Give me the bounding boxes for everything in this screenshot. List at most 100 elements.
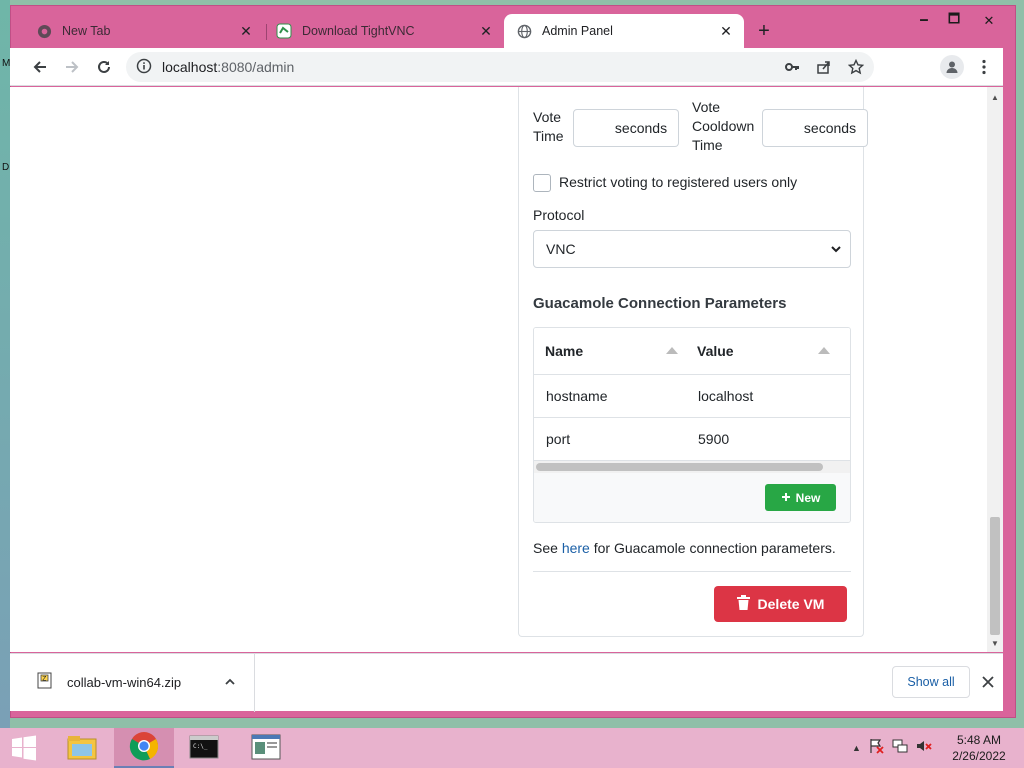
menu-kebab-icon[interactable] — [972, 55, 996, 79]
zip-file-icon: Z — [36, 672, 54, 690]
action-center-flag-icon[interactable] — [868, 738, 892, 757]
share-icon[interactable] — [814, 57, 834, 77]
profile-avatar-icon[interactable] — [940, 55, 964, 79]
cell-value[interactable]: localhost — [698, 388, 753, 404]
guacamole-params-title: Guacamole Connection Parameters — [533, 295, 787, 312]
windows-start-icon[interactable] — [0, 728, 48, 768]
taskbar-file-explorer[interactable] — [52, 728, 112, 768]
protocol-label: Protocol — [533, 207, 585, 223]
vote-time-input[interactable] — [573, 109, 605, 147]
desktop-background: M D — [0, 0, 10, 728]
taskbar-clock[interactable]: 5:48 AM 2/26/2022 — [944, 732, 1014, 764]
reload-icon[interactable] — [92, 55, 116, 79]
trash-icon — [736, 595, 750, 613]
restrict-voting-label[interactable]: Restrict voting to registered users only — [559, 174, 797, 190]
scroll-up-icon[interactable]: ▲ — [991, 93, 999, 102]
browser-toolbar: localhost:8080/admin — [10, 48, 1003, 86]
url-path: :8080/admin — [217, 59, 295, 75]
new-button-label: New — [795, 490, 821, 505]
desktop-icon-label[interactable]: D — [2, 162, 9, 173]
new-tab-button[interactable]: + — [752, 20, 776, 44]
protocol-select[interactable]: VNC — [533, 230, 851, 268]
page-content: Vote Time seconds Vote Cooldown Time sec… — [10, 87, 1003, 652]
horizontal-scrollbar[interactable] — [534, 461, 850, 473]
window-controls: 🗕 🗖 ✕ — [909, 10, 1009, 32]
sort-asc-icon[interactable] — [666, 347, 678, 354]
url-text[interactable]: localhost:8080/admin — [162, 59, 294, 75]
tab-strip: New Tab ✕ Download TightVNC ✕ Admin Pane… — [10, 14, 790, 48]
chevron-down-icon — [830, 242, 842, 258]
vote-cooldown-label: Vote Cooldown Time — [692, 99, 755, 153]
tab-download-tightvnc[interactable]: Download TightVNC ✕ — [264, 14, 504, 48]
volume-muted-icon[interactable] — [916, 738, 940, 757]
close-icon[interactable]: ✕ — [478, 23, 494, 39]
vote-time-label: Vote Time — [533, 109, 564, 144]
window-app-icon — [251, 734, 281, 763]
chevron-up-icon[interactable]: ▲ — [852, 743, 868, 753]
column-header-name[interactable]: Name — [545, 343, 583, 359]
vote-cooldown-unit: seconds — [793, 109, 868, 147]
table-row[interactable]: hostname localhost — [534, 375, 850, 418]
taskbar-command-prompt[interactable]: C:\_ — [174, 728, 234, 768]
column-header-value[interactable]: Value — [697, 343, 734, 359]
tab-new-tab[interactable]: New Tab ✕ — [24, 14, 264, 48]
svg-text:Z: Z — [42, 675, 46, 682]
sort-asc-icon[interactable] — [818, 347, 830, 354]
scrollbar-thumb[interactable] — [536, 463, 823, 471]
back-icon[interactable] — [28, 55, 52, 79]
cell-name[interactable]: hostname — [546, 388, 607, 404]
download-file-name[interactable]: collab-vm-win64.zip — [67, 675, 181, 690]
taskbar-app-window[interactable] — [236, 728, 296, 768]
scrollbar-thumb[interactable] — [990, 517, 1000, 635]
maximize-button[interactable]: 🗖 — [939, 10, 969, 32]
guacamole-help-link[interactable]: here — [562, 540, 590, 556]
new-param-button[interactable]: New — [765, 484, 836, 511]
tab-admin-panel[interactable]: Admin Panel ✕ — [504, 14, 744, 48]
vertical-scrollbar[interactable]: ▲ ▼ — [987, 87, 1003, 652]
plus-icon — [781, 491, 791, 505]
show-all-downloads-button[interactable]: Show all — [892, 666, 970, 698]
tab-title: Admin Panel — [542, 24, 613, 38]
minimize-button[interactable]: 🗕 — [909, 10, 939, 32]
close-icon[interactable] — [978, 672, 998, 692]
address-bar[interactable]: localhost:8080/admin — [126, 52, 874, 82]
forward-icon[interactable] — [60, 55, 84, 79]
delete-vm-button[interactable]: Delete VM — [714, 586, 847, 622]
chevron-up-icon[interactable] — [222, 674, 238, 690]
info-icon[interactable] — [136, 58, 152, 77]
download-bar: Z collab-vm-win64.zip Show all — [10, 653, 1003, 712]
delete-button-label: Delete VM — [757, 596, 825, 612]
close-icon[interactable]: ✕ — [718, 23, 734, 39]
vm-settings-card: Vote Time seconds Vote Cooldown Time sec… — [518, 87, 868, 637]
url-host: localhost — [162, 59, 218, 75]
network-icon[interactable] — [892, 738, 916, 757]
help-prefix: See — [533, 540, 558, 556]
chrome-icon — [129, 731, 159, 764]
folder-icon — [66, 733, 98, 764]
omnibox-actions — [782, 57, 866, 77]
cell-value[interactable]: 5900 — [698, 431, 729, 447]
tab-title: Download TightVNC — [302, 24, 415, 38]
vote-time-unit: seconds — [604, 109, 679, 147]
vote-cooldown-input[interactable] — [762, 109, 794, 147]
windows-taskbar: C:\_ ▲ 5:48 AM 2/26/2022 — [0, 728, 1024, 768]
tab-title: New Tab — [62, 24, 111, 38]
tightvnc-icon — [276, 23, 292, 39]
restrict-voting-checkbox[interactable] — [533, 174, 551, 192]
scroll-down-icon[interactable]: ▼ — [991, 639, 999, 648]
download-item[interactable]: Z collab-vm-win64.zip — [10, 654, 255, 712]
guacamole-help-text: See here for Guacamole connection parame… — [533, 540, 836, 556]
table-row[interactable]: port 5900 — [534, 418, 850, 461]
divider — [533, 571, 851, 572]
help-suffix: for Guacamole connection parameters. — [593, 540, 836, 556]
bookmark-star-icon[interactable] — [846, 57, 866, 77]
table-header: Name Value — [534, 328, 850, 375]
close-icon[interactable]: ✕ — [238, 23, 254, 39]
key-icon[interactable] — [782, 57, 802, 77]
clock-date: 2/26/2022 — [952, 749, 1006, 763]
protocol-selected-value: VNC — [546, 241, 576, 257]
cell-name[interactable]: port — [546, 431, 570, 447]
guacamole-params-table: Name Value hostname localhost port 5900 — [533, 327, 851, 523]
taskbar-chrome[interactable] — [114, 728, 174, 768]
window-close-button[interactable]: ✕ — [969, 10, 1009, 32]
